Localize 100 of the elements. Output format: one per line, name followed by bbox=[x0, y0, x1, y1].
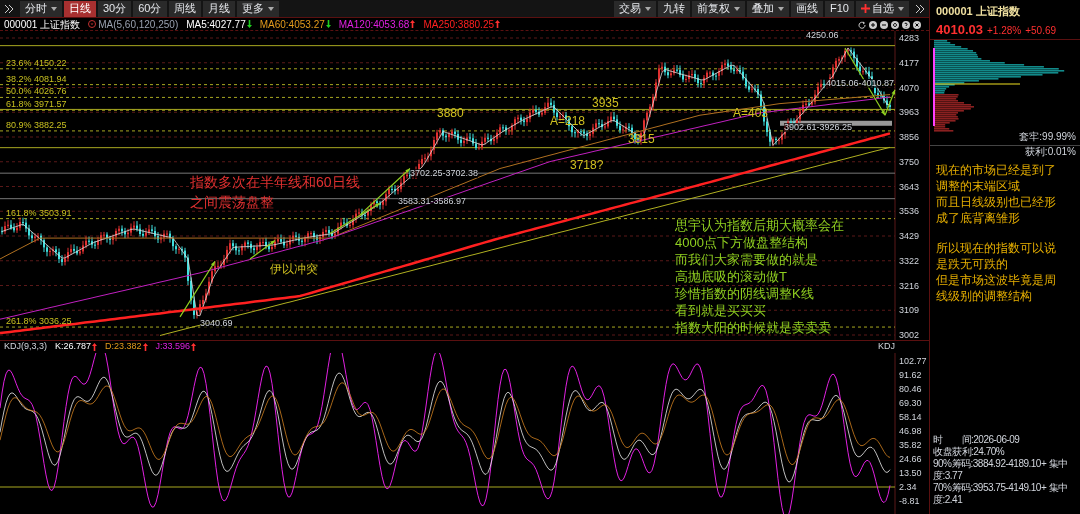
caret-icon bbox=[898, 6, 904, 11]
axis-label: 3643 bbox=[899, 182, 920, 192]
quote-title: 000001 上证指数 bbox=[936, 4, 1021, 19]
chart-annotation: 3935 bbox=[592, 97, 619, 109]
double-chevron-icon[interactable] bbox=[915, 4, 925, 13]
fib-level-label: 23.6% 4150.22 bbox=[6, 58, 67, 68]
axis-label: 3322 bbox=[899, 256, 920, 266]
toolbar-button[interactable]: 画线 bbox=[791, 0, 824, 17]
commentary-line: 现在的市场已经是到了 bbox=[936, 162, 1057, 178]
stat-line: 时 间:2026-06-09 bbox=[933, 434, 1021, 446]
kdj-value: J:33.596 bbox=[155, 340, 191, 354]
axis-label: 13.50 bbox=[899, 469, 922, 478]
axis-label: 24.66 bbox=[899, 455, 922, 464]
fib-level-label: 61.8% 3971.57 bbox=[6, 100, 67, 110]
arrow-drawing bbox=[249, 239, 276, 260]
commentary-line: 所以现在的指数可以说 bbox=[936, 240, 1057, 256]
timeframe-tab[interactable]: 月线 bbox=[202, 0, 235, 17]
strategy-note-line: 珍惜指数的阴线调整K线 bbox=[675, 285, 815, 302]
settings-icon[interactable] bbox=[891, 21, 899, 29]
axis-label: 35.82 bbox=[899, 441, 922, 450]
timeframe-tab[interactable]: 分时 bbox=[20, 0, 62, 17]
axis-label: 3963 bbox=[899, 108, 920, 118]
toolbar-button[interactable]: 九转 bbox=[658, 0, 691, 17]
kdj-value: K:26.787 bbox=[55, 340, 92, 354]
close-icon[interactable] bbox=[913, 21, 921, 29]
toolbar-button[interactable]: 交易 bbox=[614, 0, 657, 17]
axis-label: 3750 bbox=[899, 157, 920, 167]
price-tag: 4250.06 bbox=[806, 31, 839, 40]
axis-label: 3536 bbox=[899, 207, 920, 217]
axis-label: 4177 bbox=[899, 58, 920, 68]
price-tag: 3902.61-3926.25 bbox=[784, 123, 853, 132]
commentary-line: 但是市场这波毕竟是周 bbox=[936, 272, 1057, 288]
price-tag: 4015.06-4010.87 bbox=[826, 79, 895, 88]
chart-annotation: 3880 bbox=[437, 107, 464, 119]
axis-label: 4070 bbox=[899, 83, 920, 93]
fib-level-label: 38.2% 4081.94 bbox=[6, 74, 67, 84]
plus-icon bbox=[861, 4, 870, 13]
strategy-note-line: 而我们大家需要做的就是 bbox=[675, 251, 819, 268]
axis-label: -8.81 bbox=[899, 497, 920, 506]
axis-label: 3856 bbox=[899, 133, 920, 142]
axis-label: 91.62 bbox=[899, 371, 922, 380]
caret-icon bbox=[645, 6, 652, 11]
chart-annotation: 伊以冲突 bbox=[270, 263, 318, 275]
change-value: +50.69 bbox=[1025, 23, 1057, 38]
ma-value: MA5:4027.77 bbox=[186, 17, 246, 32]
fib-level-label: 161.8% 3503.91 bbox=[6, 208, 72, 218]
chart-annotation: 3718? bbox=[570, 159, 604, 171]
strategy-note-line: 思宇认为指数后期大概率会在 bbox=[675, 217, 844, 234]
toolbar-button[interactable]: 前复权 bbox=[692, 0, 746, 17]
toolbar-button[interactable]: 叠加 bbox=[747, 0, 790, 17]
axis-label: 102.77 bbox=[899, 357, 927, 366]
toolbar-button[interactable]: 自选 bbox=[856, 0, 909, 17]
refresh-icon[interactable] bbox=[858, 21, 866, 29]
toolbar-button[interactable]: F10 bbox=[825, 0, 854, 17]
price-tag: 3040.69 bbox=[200, 319, 233, 328]
zoom-out-icon[interactable] bbox=[880, 21, 888, 29]
ma-value: MA120:4053.68 bbox=[338, 17, 410, 32]
commentary-line: 是跌无可跌的 bbox=[936, 256, 1009, 272]
last-price: 4010.03 bbox=[936, 20, 983, 39]
fib-level-label: 50.0% 4026.76 bbox=[6, 87, 67, 97]
axis-label: 46.98 bbox=[899, 427, 922, 436]
stat-line: 收盘获利:24.70% bbox=[933, 446, 1006, 458]
chart-annotation: 指数多次在半年线和60日线 bbox=[190, 175, 360, 189]
timeframe-tab[interactable]: 周线 bbox=[168, 0, 201, 17]
ma-value: MA60:4053.27 bbox=[259, 17, 325, 32]
change-percent: +1.28% bbox=[987, 23, 1022, 38]
strategy-note-line: 看到就是买买买 bbox=[675, 302, 767, 319]
chip-trapped-ratio: 套牢:99.99% bbox=[1019, 132, 1076, 142]
indicator-label: MA(5,60,120,250) bbox=[98, 17, 179, 32]
timeframe-tab[interactable]: 更多 bbox=[236, 0, 279, 17]
axis-label: 4283 bbox=[899, 34, 920, 43]
timeframe-tab[interactable]: 日线 bbox=[64, 0, 96, 17]
axis-label: 2.34 bbox=[899, 483, 917, 492]
fib-level-label: 80.9% 3882.25 bbox=[6, 120, 67, 130]
arrow-drawing bbox=[179, 260, 216, 318]
timeframe-tab[interactable]: 30分 bbox=[98, 0, 132, 17]
chart-annotation: 之间震荡盘整 bbox=[190, 195, 274, 209]
kdj-value: D:23.382 bbox=[105, 340, 142, 354]
double-chevron-icon[interactable] bbox=[4, 4, 14, 13]
price-tag: 3702.25-3702.38 bbox=[410, 169, 479, 178]
indicator-name: KDJ bbox=[878, 340, 895, 354]
price-tag: 3583.31-3586.97 bbox=[398, 197, 467, 206]
strategy-note-line: 指数大阳的时候就是卖卖卖 bbox=[675, 319, 832, 336]
chip-profit-ratio: 获利:0.01% bbox=[1024, 146, 1076, 158]
ma-value: MA250:3880.25 bbox=[423, 17, 495, 32]
caret-icon bbox=[734, 6, 741, 11]
axis-label: 80.46 bbox=[899, 385, 922, 394]
stat-line: 70%筹码:3953.75-4149.10+ 集中度:2.41 bbox=[933, 482, 1069, 506]
caret-icon bbox=[778, 6, 785, 11]
commentary-line: 调整的末端区域 bbox=[936, 178, 1021, 194]
help-icon[interactable] bbox=[902, 21, 910, 29]
dropdown-circle-icon bbox=[88, 20, 97, 28]
indicator-label: KDJ(9,3,3) bbox=[4, 340, 47, 354]
timeframe-tab[interactable]: 60分 bbox=[133, 0, 167, 17]
commentary-line: 线级别的调整结构 bbox=[936, 288, 1033, 304]
axis-label: 3429 bbox=[899, 232, 920, 241]
axis-label: 69.30 bbox=[899, 399, 922, 408]
zoom-in-icon[interactable] bbox=[869, 21, 877, 29]
strategy-note-line: 4000点下方做盘整结构 bbox=[675, 234, 809, 251]
axis-label: 58.14 bbox=[899, 413, 922, 422]
